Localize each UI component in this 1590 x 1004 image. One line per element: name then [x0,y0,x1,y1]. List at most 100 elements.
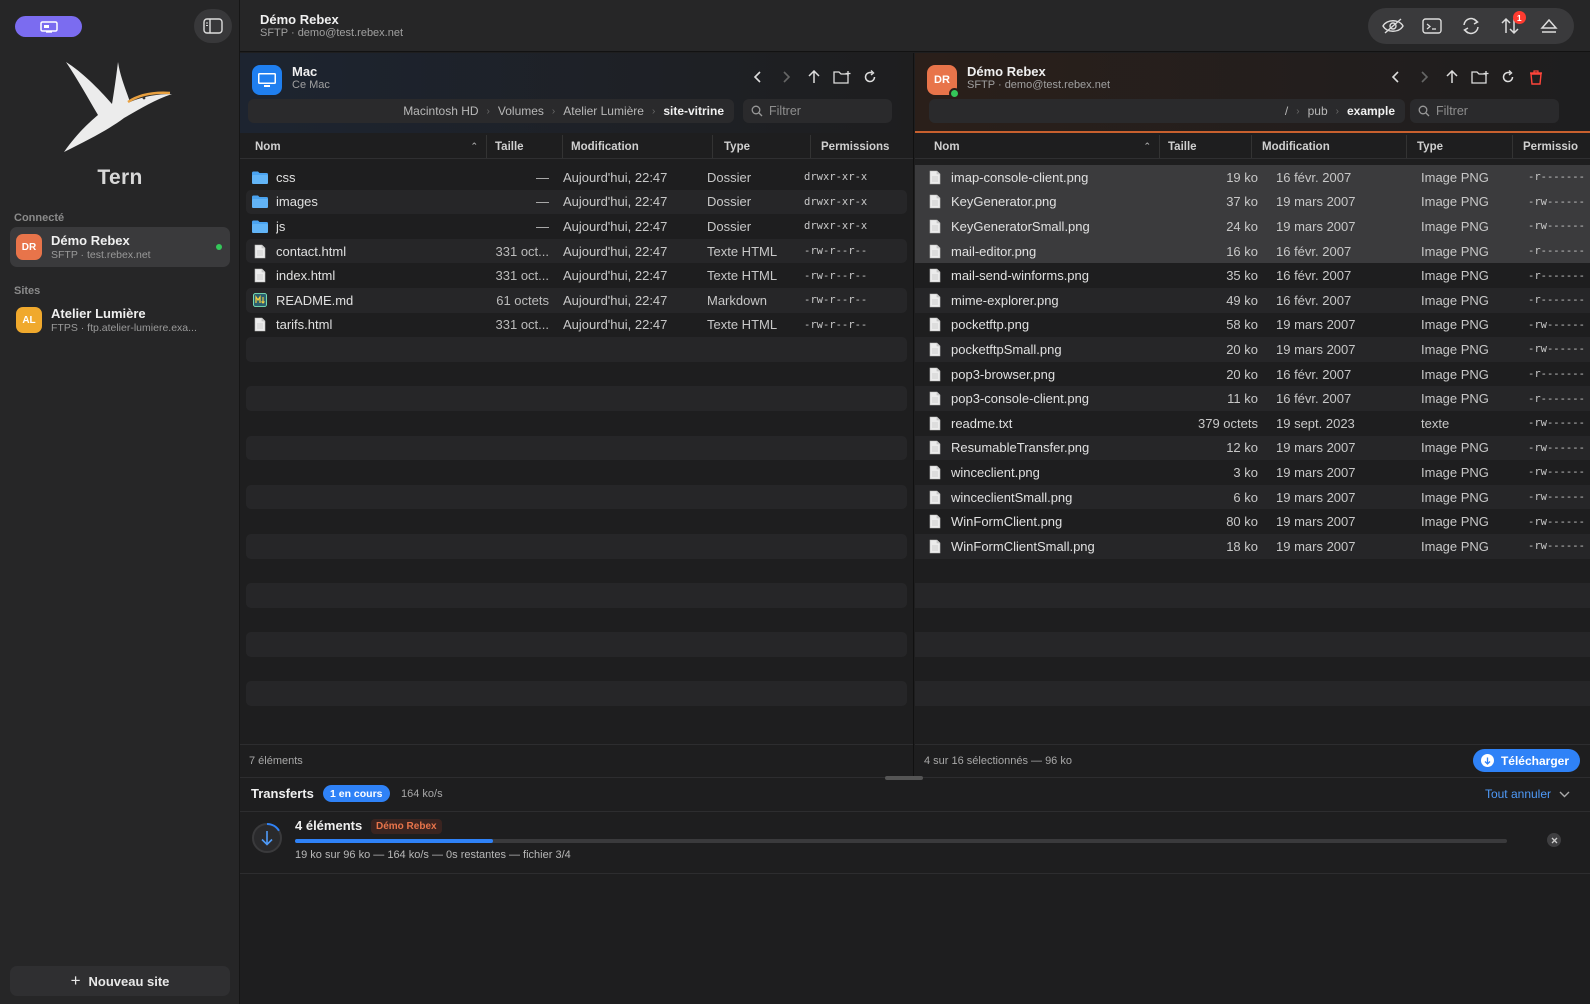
file-name: mime-explorer.png [951,292,1059,308]
file-type: Image PNG [1421,194,1489,210]
table-row[interactable]: index.html 331 oct... Aujourd'hui, 22:47 Te… [246,263,907,288]
col-header-name[interactable]: Nom ⌃ [240,135,487,158]
col-header-permissions[interactable]: Permissions [811,135,911,158]
progress-fill [295,839,493,843]
sidebar-toggle-button[interactable] [194,9,232,43]
table-row[interactable]: contact.html 331 oct... Aujourd'hui, 22:47… [246,238,907,264]
refresh-button[interactable] [860,67,880,87]
breadcrumb-item[interactable]: Macintosh HD [403,104,478,118]
new-folder-button[interactable] [1470,67,1490,87]
cancel-all-button[interactable]: Tout annuler [1485,787,1570,801]
breadcrumb-item[interactable]: pub [1308,104,1328,118]
remote-pane-subtitle: SFTP · demo@test.rebex.net [967,79,1111,91]
breadcrumb-item[interactable]: Atelier Lumière [563,104,644,118]
sidebar-item-demo-rebex[interactable]: DR Démo Rebex SFTP · test.rebex.net [10,227,230,267]
connections-icon-button[interactable] [15,16,82,37]
file-modified: 19 mars 2007 [1276,341,1356,357]
file-type: Texte HTML [707,243,778,259]
table-row[interactable]: mail-editor.png 16 ko 16 févr. 2007 Image P… [915,238,1590,264]
file-name: imap-console-client.png [951,169,1089,185]
file-permissions: -rw------ [1528,540,1585,553]
parent-folder-button[interactable] [804,67,824,87]
back-button[interactable] [1386,67,1406,87]
new-folder-button[interactable] [832,67,852,87]
table-row[interactable]: winceclient.png 3 ko 19 mars 2007 Image PNG… [915,460,1590,485]
table-row[interactable]: pocketftpSmall.png 20 ko 19 mars 2007 Image… [915,337,1590,362]
back-button[interactable] [748,67,768,87]
col-header-type[interactable]: Type [713,135,811,158]
file-permissions: -r------- [1528,392,1585,405]
table-row[interactable]: readme.txt 379 octets 19 sept. 2023 texte -r… [915,411,1590,436]
table-row[interactable]: css — Aujourd'hui, 22:47 Dossier drwxr-xr-x [246,165,907,190]
empty-row [246,337,907,362]
file-modified: Aujourd'hui, 22:47 [563,169,668,185]
local-status: 7 éléments [240,744,913,776]
refresh-button[interactable] [1498,67,1518,87]
table-row[interactable]: pop3-console-client.png 11 ko 16 févr. 200… [915,386,1590,411]
forward-button[interactable] [1414,67,1434,87]
new-site-button[interactable]: + Nouveau site [10,966,230,996]
table-row[interactable]: README.md 61 octets Aujourd'hui, 22:47 Mark… [246,287,907,313]
file-type: Image PNG [1421,218,1489,234]
hidden-files-toggle[interactable] [1380,13,1406,39]
table-row[interactable]: mail-send-winforms.png 35 ko 16 févr. 2007… [915,263,1590,288]
breadcrumb-current[interactable]: site-vitrine [663,104,724,118]
table-row[interactable]: pop3-browser.png 20 ko 16 févr. 2007 Image … [915,362,1590,387]
local-filter-input[interactable]: Filtrer [743,99,892,123]
chevron-left-icon [1391,71,1399,83]
table-row[interactable]: WinFormClientSmall.png 18 ko 19 mars 2007 I… [915,533,1590,559]
file-modified: 16 févr. 2007 [1276,366,1352,382]
table-row[interactable]: pocketftp.png 58 ko 19 mars 2007 Image PNG -… [915,313,1590,338]
file-size: 11 ko [1227,391,1258,407]
table-row[interactable]: KeyGenerator.png 37 ko 19 mars 2007 Image P… [915,189,1590,215]
breadcrumb-item[interactable]: Volumes [498,104,544,118]
file-icon [927,440,943,456]
table-row[interactable]: ResumableTransfer.png 12 ko 19 mars 2007 Im… [915,435,1590,461]
cancel-transfer-button[interactable] [1547,833,1561,847]
terminal-button[interactable] [1419,13,1445,39]
breadcrumb-current[interactable]: example [1347,104,1395,118]
file-size: 331 oct... [495,268,549,284]
col-header-size[interactable]: Taille [487,135,563,158]
col-header-modified[interactable]: Modification [1252,135,1407,158]
delete-button[interactable] [1526,67,1546,87]
col-header-size[interactable]: Taille [1160,135,1252,158]
col-header-type[interactable]: Type [1407,135,1513,158]
col-header-name[interactable]: Nom ⌃ [915,135,1160,158]
empty-row [246,583,907,608]
download-button[interactable]: Télécharger [1472,749,1580,772]
table-row[interactable]: images — Aujourd'hui, 22:47 Dossier drwxr-xr… [246,189,907,215]
sync-button[interactable] [1458,13,1484,39]
parent-folder-button[interactable] [1442,67,1462,87]
file-size: 20 ko [1226,366,1258,382]
table-row[interactable]: mime-explorer.png 49 ko 16 févr. 2007 Image… [915,287,1590,313]
file-size: 331 oct... [495,317,549,333]
file-icon [927,218,943,234]
file-name: ResumableTransfer.png [951,440,1090,456]
col-header-permissions[interactable]: Permissio [1513,135,1590,158]
transfer-item: 4 éléments Démo Rebex 19 ko sur 96 ko — … [240,814,1590,874]
transfers-button[interactable]: 1 [1497,11,1526,39]
remote-filter-input[interactable]: Filtrer [1410,99,1559,123]
arrow-up-icon [808,70,820,83]
table-row[interactable]: tarifs.html 331 oct... Aujourd'hui, 22:47 T… [246,313,907,338]
col-header-modified[interactable]: Modification [563,135,713,158]
file-modified: 16 févr. 2007 [1276,169,1352,185]
file-size: 16 ko [1226,243,1258,259]
sidebar-item-atelier-lumiere[interactable]: AL Atelier Lumière FTPS · ftp.atelier-lu… [10,300,230,340]
file-icon [927,292,943,308]
file-type: Image PNG [1421,391,1489,407]
forward-button[interactable] [776,67,796,87]
file-modified: Aujourd'hui, 22:47 [563,218,668,234]
breadcrumb-item[interactable]: / [1285,104,1288,118]
table-row[interactable]: winceclientSmall.png 6 ko 19 mars 2007 Imag… [915,484,1590,510]
file-permissions: -r------- [1528,368,1585,381]
file-type: Texte HTML [707,317,778,333]
table-row[interactable]: imap-console-client.png 19 ko 16 févr. 200… [915,165,1590,190]
table-row[interactable]: js — Aujourd'hui, 22:47 Dossier drwxr-xr-x [246,214,907,239]
file-name: mail-editor.png [951,243,1037,259]
disconnect-button[interactable] [1536,13,1562,39]
table-row[interactable]: KeyGeneratorSmall.png 24 ko 19 mars 2007 Im… [915,214,1590,239]
empty-row [246,681,907,707]
table-row[interactable]: WinFormClient.png 80 ko 19 mars 2007 Image … [915,509,1590,534]
